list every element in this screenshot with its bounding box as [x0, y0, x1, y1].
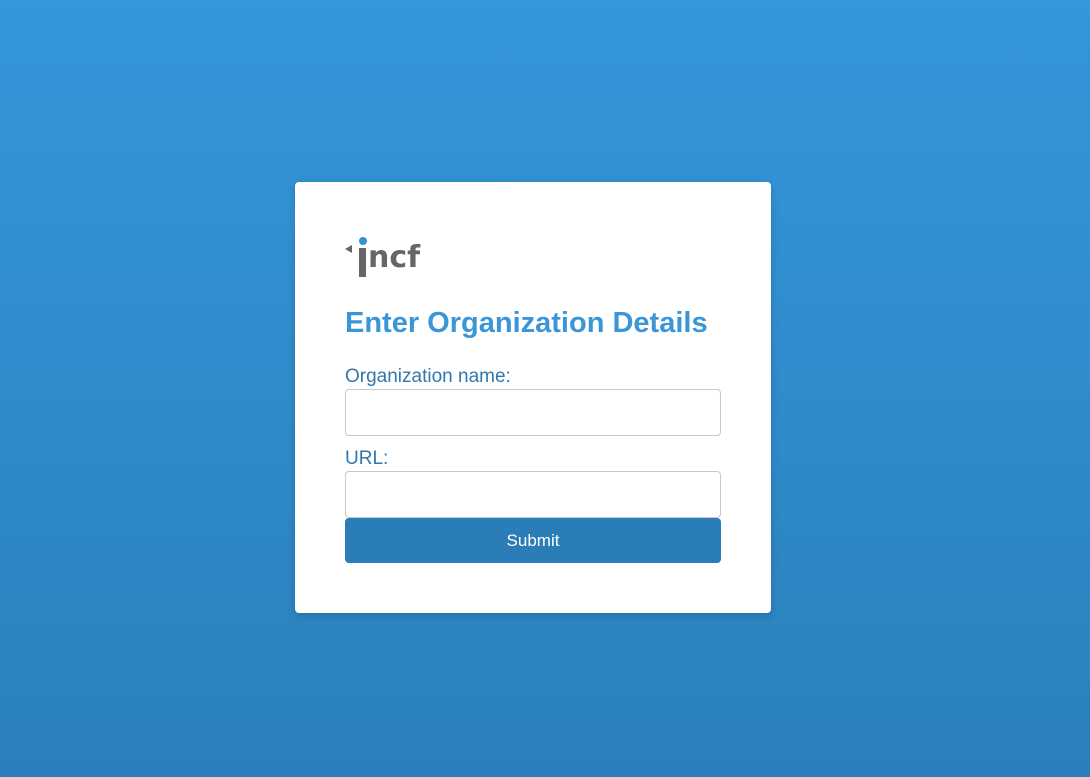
organization-card: ncf Enter Organization Details Organizat…: [295, 182, 771, 613]
incf-logo: ncf: [345, 236, 437, 278]
organization-name-input[interactable]: [345, 389, 721, 436]
organization-name-label: Organization name:: [345, 366, 511, 387]
url-input[interactable]: [345, 471, 721, 518]
logo-text: ncf: [368, 240, 421, 275]
page-title: Enter Organization Details: [345, 307, 708, 339]
submit-button[interactable]: Submit: [345, 518, 721, 563]
url-label: URL:: [345, 448, 389, 469]
incf-logo-icon: ncf: [345, 237, 421, 277]
